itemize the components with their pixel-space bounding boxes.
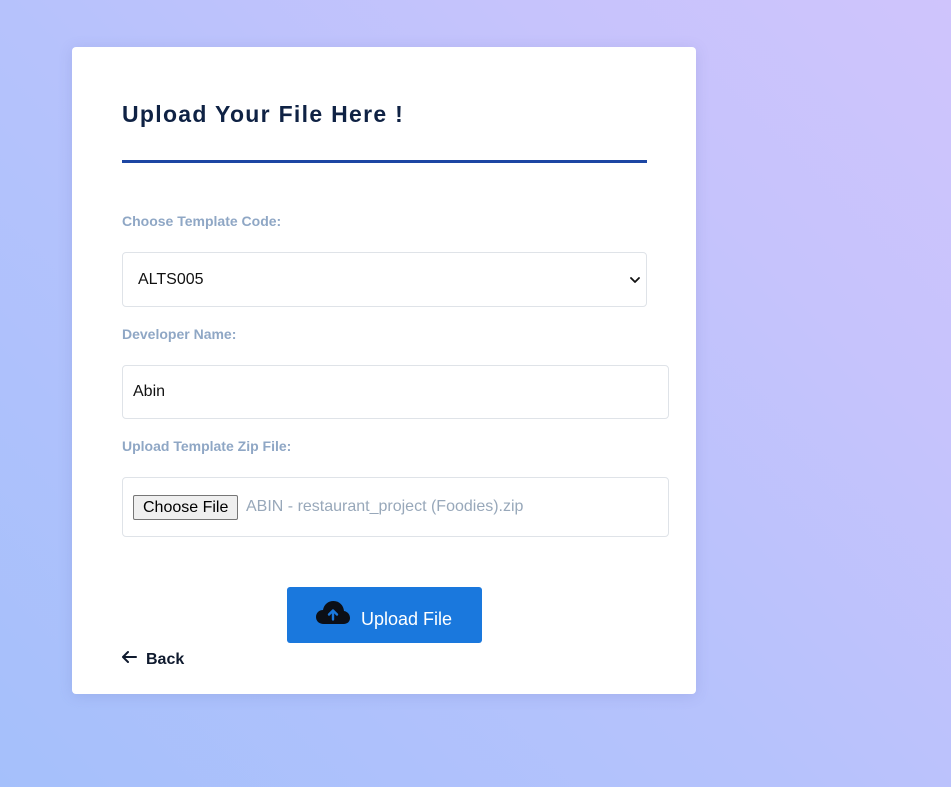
title-divider	[122, 160, 647, 163]
developer-name-input[interactable]	[122, 365, 669, 419]
zip-file-label: Upload Template Zip File:	[122, 438, 292, 454]
upload-card: Upload Your File Here ! Choose Template …	[72, 47, 696, 694]
developer-name-label: Developer Name:	[122, 326, 237, 342]
chevron-down-icon	[630, 277, 640, 283]
back-label: Back	[146, 651, 185, 668]
template-code-label: Choose Template Code:	[122, 213, 282, 229]
chosen-file-name: ABIN - restaurant_project (Foodies).zip	[246, 498, 524, 515]
zip-file-input[interactable]: Choose File ABIN - restaurant_project (F…	[122, 477, 669, 537]
arrow-left-icon	[122, 651, 137, 663]
cloud-upload-icon	[316, 601, 350, 624]
template-code-select[interactable]: ALTS005	[122, 252, 647, 307]
choose-file-button[interactable]: Choose File	[133, 495, 239, 520]
template-code-value: ALTS005	[138, 271, 204, 288]
upload-file-button[interactable]: Upload File	[287, 587, 482, 643]
page-title: Upload Your File Here !	[122, 101, 405, 127]
upload-button-label: Upload File	[361, 609, 453, 629]
